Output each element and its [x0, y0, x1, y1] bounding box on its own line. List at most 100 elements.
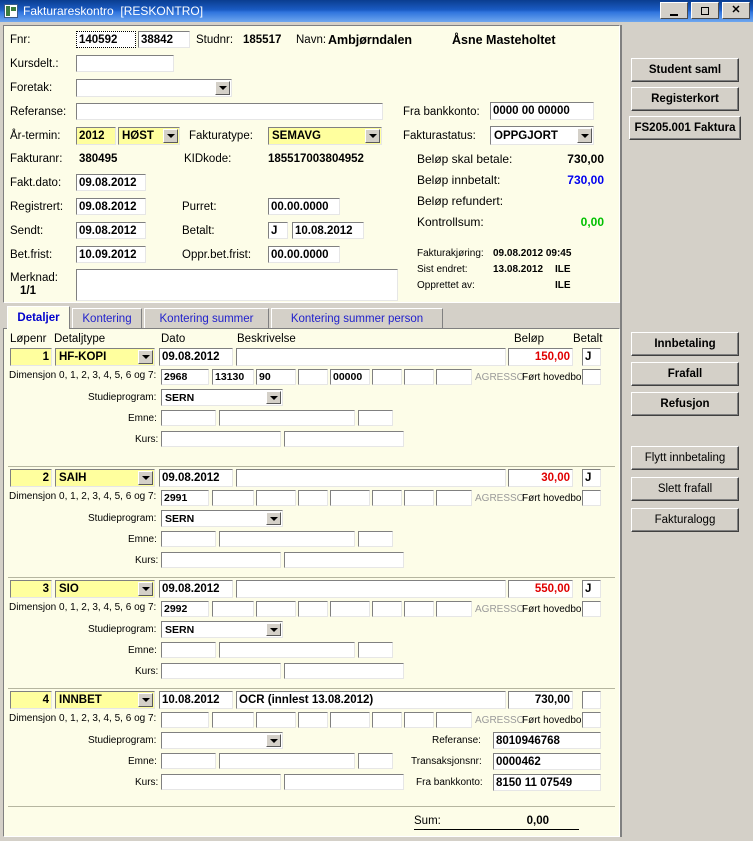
row-studieprogram-select[interactable]: SERN — [161, 510, 283, 527]
row-dim0-field[interactable]: 2991 — [161, 490, 209, 506]
close-button[interactable]: ✕ — [722, 2, 750, 19]
fakturastatus-select[interactable]: OPPGJORT — [490, 126, 594, 145]
flytt-innbetaling-button[interactable]: Flytt innbetaling — [631, 446, 739, 470]
row-detaljtype-select[interactable]: SAIH — [55, 469, 155, 487]
row-kurs1-field[interactable] — [161, 774, 281, 790]
row-dim6-field[interactable] — [404, 369, 434, 385]
sendt-field[interactable]: 09.08.2012 — [76, 222, 146, 239]
row-fort-hovedbok-field[interactable] — [582, 369, 601, 385]
row-emne3-field[interactable] — [358, 531, 393, 547]
row-kurs1-field[interactable] — [161, 663, 281, 679]
row-kurs2-field[interactable] — [284, 552, 404, 568]
maximize-button[interactable] — [691, 2, 719, 19]
frafall-button[interactable]: Frafall — [631, 362, 739, 386]
row-dim6-field[interactable] — [404, 712, 434, 728]
row-dim1-field[interactable] — [212, 601, 254, 617]
row-dim5-field[interactable] — [372, 490, 402, 506]
referanse-field[interactable] — [76, 103, 383, 120]
chevron-down-icon[interactable] — [138, 693, 153, 707]
row-betalt-field[interactable] — [582, 691, 601, 709]
row-dim0-field[interactable] — [161, 712, 209, 728]
registrert-field[interactable]: 09.08.2012 — [76, 198, 146, 215]
betalt-flag-field[interactable]: J — [268, 222, 288, 239]
row-kurs2-field[interactable] — [284, 431, 404, 447]
row-dim0-field[interactable]: 2992 — [161, 601, 209, 617]
row-belop-field[interactable]: 730,00 — [508, 691, 573, 709]
chevron-down-icon[interactable] — [266, 623, 281, 636]
row-kurs1-field[interactable] — [161, 552, 281, 568]
refusjon-button[interactable]: Refusjon — [631, 392, 739, 416]
opprbetfrist-field[interactable]: 00.00.0000 — [268, 246, 340, 263]
row-belop-field[interactable]: 550,00 — [508, 580, 573, 598]
row-lopenr-field[interactable]: 1 — [10, 348, 52, 366]
row-dato-field[interactable]: 09.08.2012 — [159, 580, 233, 598]
row-dato-field[interactable]: 09.08.2012 — [159, 469, 233, 487]
row-kurs2-field[interactable] — [284, 663, 404, 679]
row-dim4-field[interactable] — [330, 601, 370, 617]
row-dim5-field[interactable] — [372, 369, 402, 385]
faktdato-field[interactable]: 09.08.2012 — [76, 174, 146, 191]
row-dim4-field[interactable] — [330, 712, 370, 728]
artermin-season-select[interactable]: HØST — [118, 127, 180, 145]
row-betalt-field[interactable]: J — [582, 348, 601, 366]
chevron-down-icon[interactable] — [215, 81, 230, 95]
row-dim7-field[interactable] — [436, 490, 472, 506]
innbetaling-button[interactable]: Innbetaling — [631, 332, 739, 356]
chevron-down-icon[interactable] — [138, 471, 153, 485]
fakturatype-select[interactable]: SEMAVG — [268, 127, 382, 145]
row-studieprogram-select[interactable]: SERN — [161, 389, 283, 406]
row-emne2-field[interactable] — [219, 642, 355, 658]
chevron-down-icon[interactable] — [266, 512, 281, 525]
tab-kontering-summer[interactable]: Kontering summer — [144, 308, 269, 328]
row-fort-hovedbok-field[interactable] — [582, 490, 601, 506]
row-dim1-field[interactable] — [212, 712, 254, 728]
row-betalt-field[interactable]: J — [582, 469, 601, 487]
tab-detaljer[interactable]: Detaljer — [7, 306, 70, 329]
row-detaljtype-select[interactable]: INNBET — [55, 691, 155, 709]
row-lopenr-field[interactable]: 3 — [10, 580, 52, 598]
fnr-part2-field[interactable]: 38842 — [138, 31, 190, 48]
row-referanse-field[interactable]: 8010946768 — [493, 732, 601, 749]
row-fort-hovedbok-field[interactable] — [582, 712, 601, 728]
foretak-select[interactable] — [76, 79, 232, 97]
row-beskrivelse-field[interactable] — [236, 348, 506, 366]
row-dim5-field[interactable] — [372, 712, 402, 728]
row-dim6-field[interactable] — [404, 601, 434, 617]
row-emne1-field[interactable] — [161, 410, 216, 426]
row-kurs2-field[interactable] — [284, 774, 404, 790]
fnr-part1-field[interactable]: 140592 — [76, 31, 136, 48]
row-dim2-field[interactable] — [256, 712, 296, 728]
row-belop-field[interactable]: 150,00 — [508, 348, 573, 366]
chevron-down-icon[interactable] — [365, 129, 380, 143]
row-emne1-field[interactable] — [161, 753, 216, 769]
row-emne3-field[interactable] — [358, 410, 393, 426]
row-emne2-field[interactable] — [219, 753, 355, 769]
row-dim3-field[interactable] — [298, 601, 328, 617]
row-dim7-field[interactable] — [436, 712, 472, 728]
row-dim7-field[interactable] — [436, 601, 472, 617]
chevron-down-icon[interactable] — [138, 350, 153, 364]
betfrist-field[interactable]: 10.09.2012 — [76, 246, 146, 263]
row-dim6-field[interactable] — [404, 490, 434, 506]
row-dato-field[interactable]: 09.08.2012 — [159, 348, 233, 366]
row-beskrivelse-field[interactable]: OCR (innlest 13.08.2012) — [236, 691, 506, 709]
chevron-down-icon[interactable] — [266, 734, 281, 747]
minimize-button[interactable] — [660, 2, 688, 19]
slett-frafall-button[interactable]: Slett frafall — [631, 477, 739, 501]
registerkort-button[interactable]: Registerkort — [631, 87, 739, 111]
row-emne3-field[interactable] — [358, 753, 393, 769]
row-dato-field[interactable]: 10.08.2012 — [159, 691, 233, 709]
chevron-down-icon[interactable] — [163, 129, 178, 143]
row-dim3-field[interactable] — [298, 712, 328, 728]
row-emne1-field[interactable] — [161, 531, 216, 547]
row-betalt-field[interactable]: J — [582, 580, 601, 598]
row-dim4-field[interactable] — [330, 490, 370, 506]
row-dim0-field[interactable]: 2968 — [161, 369, 209, 385]
row-transaksjonsnr-field[interactable]: 0000462 — [493, 753, 601, 770]
row-studieprogram-select[interactable]: SERN — [161, 621, 283, 638]
merknad-field[interactable] — [76, 269, 398, 301]
row-dim1-field[interactable]: 13130 — [212, 369, 254, 385]
row-dim1-field[interactable] — [212, 490, 254, 506]
row-lopenr-field[interactable]: 4 — [10, 691, 52, 709]
artermin-year-field[interactable]: 2012 — [76, 127, 116, 145]
